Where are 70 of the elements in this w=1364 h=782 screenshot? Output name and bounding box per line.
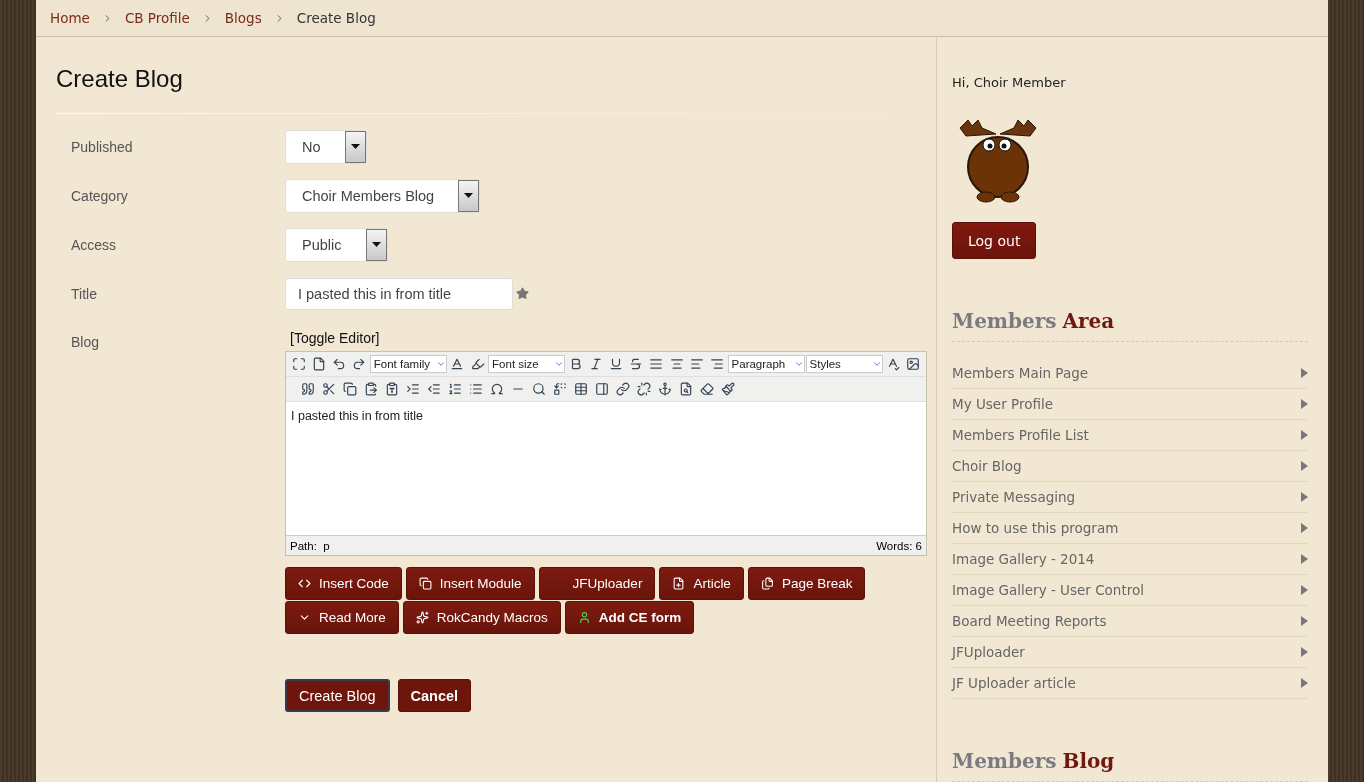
insert-button[interactable]: JFUploader (538, 567, 656, 600)
menu-item[interactable]: Private Messaging (952, 482, 1308, 513)
cancel-button[interactable]: Cancel (397, 679, 472, 712)
caret-icon (871, 359, 882, 369)
field-label: Blog (70, 334, 101, 350)
toolbar-dropdown[interactable]: Styles (805, 355, 883, 373)
arrow-icon (1301, 647, 1308, 657)
unlink-icon[interactable] (634, 379, 654, 399)
select-field[interactable]: No (285, 129, 367, 164)
insert-button[interactable]: Insert Module (405, 567, 535, 600)
breadcrumb-link[interactable]: CB Profile (124, 10, 190, 26)
section-heading: Blog (1062, 749, 1115, 773)
menu-item[interactable]: Members Profile List (952, 420, 1308, 451)
page-title: Create Blog (56, 65, 183, 114)
caret-icon (464, 193, 474, 198)
arrow-icon (1301, 461, 1308, 471)
arrow-icon (1301, 430, 1308, 440)
insert-button[interactable]: Read More (285, 601, 399, 634)
select-field[interactable]: Public (285, 227, 388, 262)
section-heading: Members (952, 749, 1057, 773)
section-heading: Members (952, 309, 1057, 333)
menu-item[interactable]: JF Uploader article (952, 668, 1308, 699)
insert-button[interactable]: Page Break (747, 567, 866, 600)
insert-button[interactable]: Article (659, 567, 744, 600)
logout-button[interactable]: Log out (952, 222, 1037, 259)
arrow-icon (1301, 678, 1308, 688)
menu-item[interactable]: Image Gallery - User Control (952, 575, 1308, 606)
field-label: Category (70, 187, 129, 204)
arrow-icon (1301, 492, 1308, 502)
toolbar-dropdown[interactable]: Paragraph (727, 355, 805, 373)
caret-icon (350, 144, 360, 149)
arrow-icon (1301, 616, 1308, 626)
insert-button[interactable]: Add CE form (564, 601, 695, 634)
arrow-icon (1301, 399, 1308, 409)
breadcrumb-link[interactable]: Home (50, 10, 90, 26)
caret-icon (435, 359, 446, 369)
editor-path: Path: p (290, 539, 330, 552)
field-label: Published (70, 138, 134, 155)
word-count: Words: 6 (876, 539, 922, 552)
create-button[interactable]: Create Blog (285, 679, 390, 712)
menu-item[interactable]: How to use this program (952, 513, 1308, 544)
link-icon[interactable] (613, 379, 633, 399)
greeting: Hi, Choir Member (952, 75, 1067, 90)
toggle-editor-link[interactable]: [Toggle Editor] (290, 330, 380, 346)
caret-icon (793, 359, 804, 369)
arrow-icon (1301, 523, 1308, 533)
caret-icon (554, 359, 565, 369)
caret-icon (371, 242, 381, 247)
editor-content[interactable]: I pasted this in from title (286, 402, 926, 535)
insert-button[interactable]: RokCandy Macros (402, 601, 561, 634)
field-label: Access (70, 236, 118, 253)
menu-item[interactable]: JFUploader (952, 637, 1308, 668)
current-page-label: Create Blog (296, 10, 376, 26)
toolbar-dropdown[interactable]: Font family (369, 355, 447, 373)
menu-item[interactable]: Choir Blog (952, 451, 1308, 482)
toolbar-dropdown[interactable]: Font size (488, 355, 566, 373)
arrow-icon (1301, 554, 1308, 564)
field-label: Title (70, 285, 98, 302)
code-icon (298, 577, 311, 590)
menu-item[interactable]: Image Gallery - 2014 (952, 544, 1308, 575)
insert-button[interactable]: Insert Code (285, 567, 402, 600)
breadcrumb-link[interactable]: Blogs (224, 10, 262, 26)
menu-item[interactable]: My User Profile (952, 389, 1308, 420)
title-input[interactable]: I pasted this in from title (285, 277, 513, 310)
arrow-icon (1301, 368, 1308, 378)
section-heading: Area (1062, 309, 1115, 333)
arrow-icon (1301, 585, 1308, 595)
menu-item[interactable]: Board Meeting Reports (952, 606, 1308, 637)
select-field[interactable]: Choir Members Blog (285, 178, 481, 213)
menu-item[interactable]: Members Main Page (952, 358, 1308, 389)
